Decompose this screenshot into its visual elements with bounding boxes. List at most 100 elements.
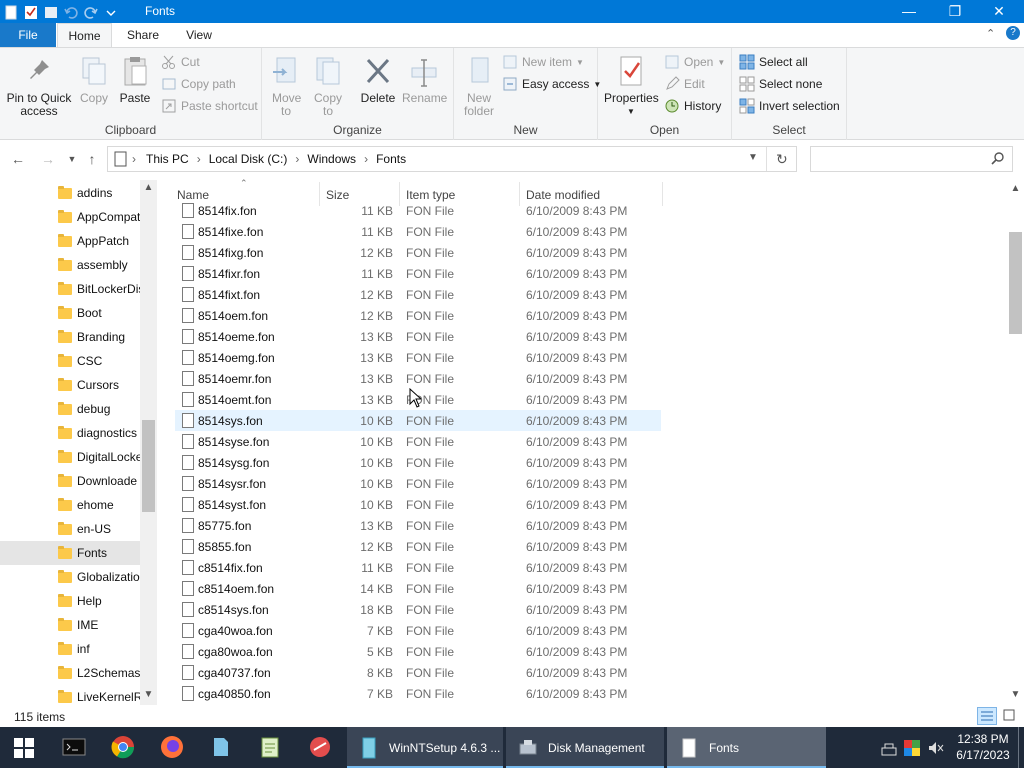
- file-row[interactable]: 8514fixr.fon 11 KB FON File 6/10/2009 8:43 …: [175, 263, 661, 284]
- up-button[interactable]: ↑: [82, 150, 102, 168]
- paste-shortcut-button[interactable]: Paste shortcut: [161, 96, 258, 116]
- address-dropdown-icon[interactable]: ▼: [748, 152, 758, 163]
- nav-folder-digitallocker[interactable]: DigitalLocke: [0, 445, 140, 469]
- nav-folder-csc[interactable]: CSC: [0, 349, 140, 373]
- edit-button[interactable]: Edit: [664, 74, 705, 94]
- scrollbar-thumb[interactable]: [142, 420, 155, 512]
- delete-button[interactable]: Delete: [358, 54, 398, 105]
- breadcrumb-separator-icon[interactable]: ›: [364, 152, 368, 166]
- history-button[interactable]: History: [664, 96, 721, 116]
- nav-folder-l2schemas[interactable]: L2Schemas: [0, 661, 140, 685]
- copy-button[interactable]: Copy: [76, 54, 112, 105]
- breadcrumb-separator-icon[interactable]: ›: [197, 152, 201, 166]
- file-row[interactable]: 85855.fon 12 KB FON File 6/10/2009 8:43 PM: [175, 536, 661, 557]
- details-view-button[interactable]: [977, 707, 997, 725]
- nav-folder-appcompat[interactable]: AppCompat: [0, 205, 140, 229]
- breadcrumb-windows[interactable]: Windows: [307, 152, 356, 166]
- maximize-button[interactable]: ❐: [932, 0, 978, 23]
- nav-folder-downloaded[interactable]: Downloade: [0, 469, 140, 493]
- nav-folder-debug[interactable]: debug: [0, 397, 140, 421]
- cut-button[interactable]: Cut: [161, 52, 200, 72]
- file-row[interactable]: cga40woa.fon 7 KB FON File 6/10/2009 8:43 P…: [175, 620, 661, 641]
- tab-share[interactable]: Share: [113, 23, 173, 47]
- file-row[interactable]: 8514fixe.fon 11 KB FON File 6/10/2009 8:43 …: [175, 221, 661, 242]
- file-row[interactable]: cga40850.fon 7 KB FON File 6/10/2009 8:43 P…: [175, 683, 661, 704]
- pin-quick-access-button[interactable]: Pin to Quick access: [4, 54, 74, 118]
- scroll-up-icon[interactable]: ▲: [1007, 183, 1024, 194]
- command-prompt-icon[interactable]: [62, 735, 86, 759]
- forward-button[interactable]: →: [38, 150, 58, 168]
- file-row[interactable]: c8514oem.fon 14 KB FON File 6/10/2009 8:43 …: [175, 578, 661, 599]
- file-row[interactable]: 8514oemg.fon 13 KB FON File 6/10/2009 8:43 …: [175, 347, 661, 368]
- nav-folder-assembly[interactable]: assembly: [0, 253, 140, 277]
- taskbar-app-disk-management[interactable]: Disk Management: [506, 727, 664, 768]
- refresh-icon[interactable]: ↻: [776, 151, 788, 168]
- file-row[interactable]: cga80woa.fon 5 KB FON File 6/10/2009 8:43 P…: [175, 641, 661, 662]
- file-row[interactable]: cga40737.fon 8 KB FON File 6/10/2009 8:43 P…: [175, 662, 661, 683]
- nav-folder-branding[interactable]: Branding: [0, 325, 140, 349]
- new-folder-button[interactable]: New folder: [460, 54, 498, 118]
- nav-folder-cursors[interactable]: Cursors: [0, 373, 140, 397]
- search-icon[interactable]: [991, 151, 1005, 165]
- file-row[interactable]: 8514syst.fon 10 KB FON File 6/10/2009 8:43 …: [175, 494, 661, 515]
- file-row[interactable]: 8514fixt.fon 12 KB FON File 6/10/2009 8:43 …: [175, 284, 661, 305]
- file-row[interactable]: 8514sysg.fon 10 KB FON File 6/10/2009 8:43 …: [175, 452, 661, 473]
- nav-folder-en-us[interactable]: en-US: [0, 517, 140, 541]
- taskbar-app-fonts[interactable]: Fonts: [667, 727, 826, 768]
- file-row[interactable]: 8514fix.fon 11 KB FON File 6/10/2009 8:43 P…: [175, 200, 661, 221]
- nav-folder-diagnostics[interactable]: diagnostics: [0, 421, 140, 445]
- search-box[interactable]: [810, 146, 1013, 172]
- recent-locations-button[interactable]: ▼: [62, 150, 82, 168]
- copy-to-button[interactable]: Copy to: [310, 54, 346, 118]
- file-row[interactable]: 8514oem.fon 12 KB FON File 6/10/2009 8:43 P…: [175, 305, 661, 326]
- undo-icon[interactable]: [62, 3, 80, 21]
- breadcrumb-fonts[interactable]: Fonts: [376, 152, 406, 166]
- invert-selection-button[interactable]: Invert selection: [739, 96, 840, 116]
- network-icon[interactable]: [880, 739, 898, 757]
- snipping-tool-icon[interactable]: [308, 735, 332, 759]
- windows-start-icon[interactable]: [13, 737, 35, 759]
- navigation-pane-scrollbar[interactable]: ▲ ▼: [140, 180, 157, 705]
- file-row[interactable]: 8514syse.fon 10 KB FON File 6/10/2009 8:43 …: [175, 431, 661, 452]
- volume-muted-icon[interactable]: [927, 739, 945, 757]
- nav-folder-addins[interactable]: addins: [0, 181, 140, 205]
- system-clock[interactable]: 12:38 PM 6/17/2023: [952, 731, 1014, 763]
- taskbar-app-winntsetup[interactable]: WinNTSetup 4.6.3 ...: [347, 727, 503, 768]
- nav-folder-livekernelreports[interactable]: LiveKernelR: [0, 685, 140, 705]
- file-list-scrollbar[interactable]: ▲ ▼: [1007, 180, 1024, 705]
- back-button[interactable]: ←: [8, 150, 28, 168]
- scrollbar-thumb[interactable]: [1009, 232, 1022, 334]
- scroll-down-icon[interactable]: ▼: [140, 689, 157, 700]
- redo-icon[interactable]: [82, 3, 100, 21]
- tab-view[interactable]: View: [173, 23, 225, 47]
- app-icon[interactable]: [2, 3, 20, 21]
- minimize-button[interactable]: —: [886, 0, 932, 23]
- file-row[interactable]: 85775.fon 13 KB FON File 6/10/2009 8:43 PM: [175, 515, 661, 536]
- nav-folder-bitlockerdiscoveryvolumecontents[interactable]: BitLockerDis: [0, 277, 140, 301]
- properties-icon[interactable]: [22, 3, 40, 21]
- search-input[interactable]: [815, 150, 985, 168]
- open-button[interactable]: Open ▼: [664, 52, 725, 72]
- easy-access-button[interactable]: Easy access ▼: [502, 74, 601, 94]
- rename-button[interactable]: Rename: [402, 54, 447, 105]
- notepad-icon[interactable]: [258, 735, 282, 759]
- tab-home[interactable]: Home: [57, 23, 112, 47]
- color-app-icon[interactable]: [903, 739, 921, 757]
- scroll-up-icon[interactable]: ▲: [140, 182, 157, 193]
- nav-folder-apppatch[interactable]: AppPatch: [0, 229, 140, 253]
- nav-folder-ehome[interactable]: ehome: [0, 493, 140, 517]
- file-row[interactable]: 8514oemr.fon 13 KB FON File 6/10/2009 8:43 …: [175, 368, 661, 389]
- nav-folder-fonts[interactable]: Fonts: [0, 541, 140, 565]
- collapse-ribbon-icon[interactable]: ⌃: [986, 27, 995, 40]
- address-bar[interactable]: › This PC › Local Disk (C:) › Windows › Fon…: [107, 146, 797, 172]
- breadcrumb-separator-icon[interactable]: ›: [295, 152, 299, 166]
- close-button[interactable]: ✕: [976, 0, 1022, 23]
- select-all-button[interactable]: Select all: [739, 52, 808, 72]
- file-row[interactable]: c8514sys.fon 18 KB FON File 6/10/2009 8:43 …: [175, 599, 661, 620]
- select-none-button[interactable]: Select none: [739, 74, 822, 94]
- new-folder-icon[interactable]: [42, 3, 60, 21]
- chrome-icon[interactable]: [111, 735, 135, 759]
- breadcrumb-local-disk[interactable]: Local Disk (C:): [209, 152, 288, 166]
- scroll-down-icon[interactable]: ▼: [1007, 689, 1024, 700]
- nav-folder-ime[interactable]: IME: [0, 613, 140, 637]
